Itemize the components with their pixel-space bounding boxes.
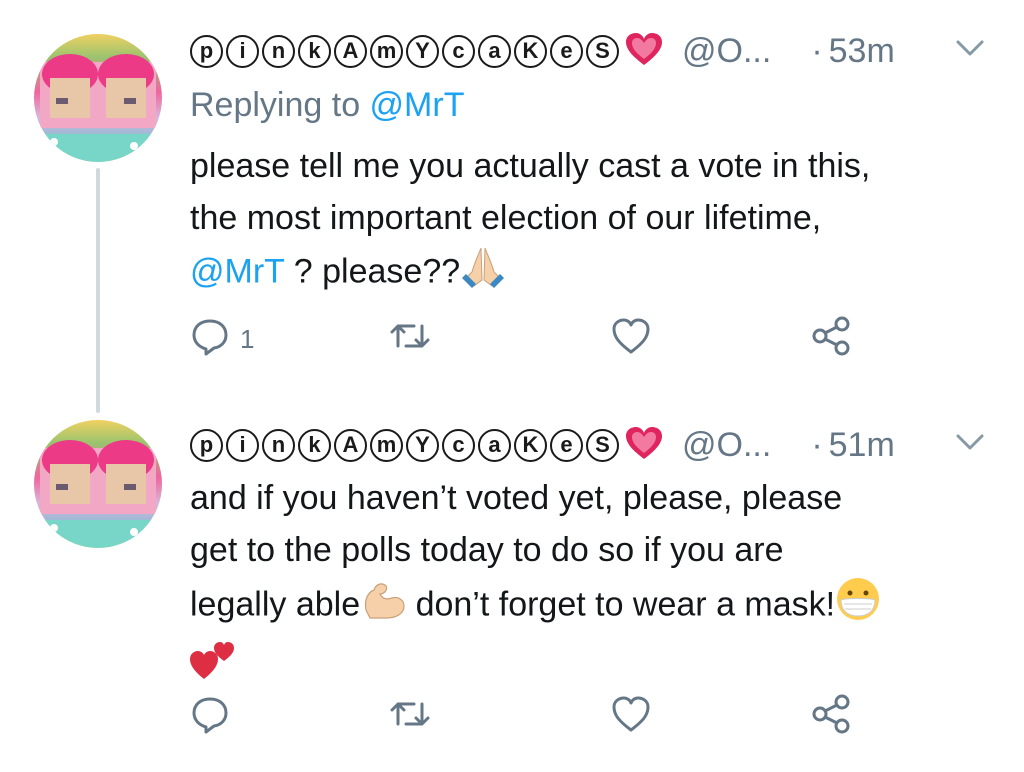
name-letter: n xyxy=(262,34,295,68)
thread-connector-line xyxy=(96,168,100,413)
retweet-button[interactable] xyxy=(388,316,432,363)
user-handle[interactable]: @O... xyxy=(682,426,771,465)
replying-to: Replying to @MrT xyxy=(190,86,464,125)
name-letter: p xyxy=(190,34,223,68)
name-letter: A xyxy=(334,34,367,68)
separator-dot: · xyxy=(811,31,823,70)
display-name[interactable]: p i n k A m Y c a K e S xyxy=(190,31,664,72)
name-letter: m xyxy=(370,428,403,462)
tweet-text-line: legally able don’t forget to wear a mask… xyxy=(190,576,1000,637)
name-letter: k xyxy=(298,34,331,68)
user-handle[interactable]: @O... xyxy=(682,32,771,71)
name-letter: e xyxy=(550,34,583,68)
tweet-actions xyxy=(190,694,870,744)
name-letter: S xyxy=(586,428,619,462)
tweet-header: p i n k A m Y c a K e S @O... xyxy=(190,30,984,72)
share-button[interactable] xyxy=(810,316,854,363)
tweet-text-fragment: ? please?? xyxy=(284,252,461,291)
name-letter: K xyxy=(514,34,547,68)
name-letter: c xyxy=(442,428,475,462)
timestamp[interactable]: 51m xyxy=(829,426,895,465)
reply-button[interactable]: 1 xyxy=(190,316,254,363)
tweet-thread: p i n k A m Y c a K e S @O... · 53m Repl… xyxy=(0,0,1024,772)
share-icon xyxy=(810,316,854,363)
name-letter: c xyxy=(442,34,475,68)
name-letter: a xyxy=(478,428,511,462)
name-letter: i xyxy=(226,34,259,68)
tweet-text-line: please tell me you actually cast a vote … xyxy=(190,147,871,185)
tweet-text-fragment: legally able xyxy=(190,585,361,624)
name-letter: m xyxy=(370,34,403,68)
replying-to-label: Replying to xyxy=(190,86,370,124)
name-letter: n xyxy=(262,428,295,462)
folded-hands-emoji-icon xyxy=(460,244,506,303)
avatar[interactable] xyxy=(34,34,162,162)
tweet[interactable]: p i n k A m Y c a K e S @O... xyxy=(0,0,1024,413)
tweet-text: and if you haven’t voted yet, please, pl… xyxy=(190,472,1000,696)
share-icon xyxy=(810,694,854,741)
tweet-header: p i n k A m Y c a K e S @O... xyxy=(190,424,984,466)
heart-outline-icon xyxy=(610,694,652,741)
tweet-text-line: @MrT ? please?? xyxy=(190,244,1000,303)
heart-icon xyxy=(624,31,664,72)
tweet-text: please tell me you actually cast a vote … xyxy=(190,140,1000,303)
heart-outline-icon xyxy=(610,316,652,363)
like-button[interactable] xyxy=(610,694,652,741)
tweet-text-line: get to the polls today to do so if you a… xyxy=(190,531,784,569)
chevron-down-icon[interactable] xyxy=(955,432,985,457)
reply-count: 1 xyxy=(240,324,255,354)
avatar[interactable] xyxy=(34,420,162,548)
tweet-text-fragment: don’t forget to wear a mask! xyxy=(406,585,836,624)
retweet-icon xyxy=(388,694,432,741)
name-letter: A xyxy=(334,428,367,462)
two-hearts-emoji-icon xyxy=(190,637,236,696)
name-letter: e xyxy=(550,428,583,462)
name-letter: S xyxy=(586,34,619,68)
replying-to-mention[interactable]: @MrT xyxy=(370,86,465,124)
name-letter: p xyxy=(190,428,223,462)
heart-icon xyxy=(624,425,664,466)
name-letter: Y xyxy=(406,428,439,462)
tweet-text-line xyxy=(190,637,1000,696)
tweet-text-line: the most important election of our lifet… xyxy=(190,199,822,237)
timestamp[interactable]: 53m xyxy=(829,32,895,71)
flexed-biceps-emoji-icon xyxy=(360,578,406,635)
mention-link[interactable]: @MrT xyxy=(190,252,284,290)
reply-icon xyxy=(190,316,230,363)
name-letter: k xyxy=(298,428,331,462)
retweet-button[interactable] xyxy=(388,694,432,741)
name-letter: Y xyxy=(406,34,439,68)
name-letter: a xyxy=(478,34,511,68)
tweet-actions: 1 xyxy=(190,316,870,366)
face-with-mask-emoji-icon xyxy=(835,576,881,637)
name-letter: K xyxy=(514,428,547,462)
chevron-down-icon[interactable] xyxy=(955,38,985,63)
tweet-text-line: and if you haven’t voted yet, please, pl… xyxy=(190,479,843,517)
retweet-icon xyxy=(388,316,432,363)
name-letter: i xyxy=(226,428,259,462)
display-name[interactable]: p i n k A m Y c a K e S xyxy=(190,425,664,466)
reply-icon xyxy=(190,694,230,741)
share-button[interactable] xyxy=(810,694,854,741)
reply-button[interactable] xyxy=(190,694,240,741)
like-button[interactable] xyxy=(610,316,652,363)
separator-dot: · xyxy=(811,425,823,464)
